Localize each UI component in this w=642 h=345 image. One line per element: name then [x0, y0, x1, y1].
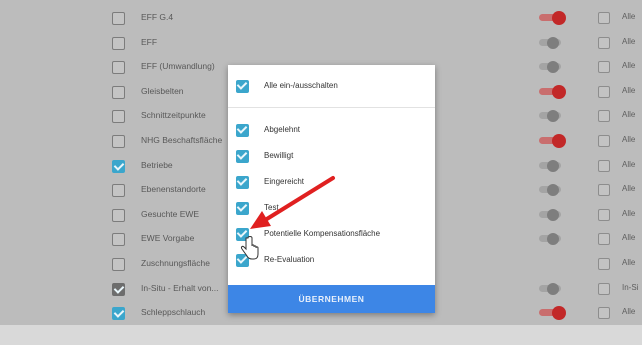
status-option-label: Bewilligt [264, 151, 294, 160]
layer-secondary-checkbox[interactable] [598, 184, 610, 197]
layer-visibility-toggle[interactable] [539, 36, 563, 49]
layer-visibility-toggle[interactable] [539, 159, 563, 172]
select-all-checkbox[interactable] [236, 80, 249, 93]
layer-label: EFF (Umwandlung) [141, 61, 215, 72]
layer-secondary-label: Alle [622, 208, 636, 218]
layer-visibility-toggle[interactable] [539, 184, 563, 197]
layer-secondary-checkbox[interactable] [598, 208, 610, 221]
layer-visibility-toggle[interactable] [539, 110, 563, 123]
layer-secondary-checkbox[interactable] [598, 85, 610, 98]
layer-visibility-toggle[interactable] [539, 84, 566, 99]
layer-label: Zuschnungsfläche [141, 258, 210, 268]
layer-secondary-label: Alle [622, 135, 636, 144]
layer-secondary-checkbox[interactable] [598, 12, 610, 24]
layer-secondary-checkbox[interactable] [598, 258, 610, 270]
layer-checkbox[interactable] [112, 36, 125, 50]
layer-secondary-label: Alle [622, 85, 636, 95]
layer-visibility-toggle[interactable] [539, 61, 563, 74]
layer-secondary-checkbox[interactable] [598, 135, 610, 147]
footer-bar [0, 325, 642, 345]
layer-checkbox[interactable] [112, 258, 125, 271]
layer-label: In-Situ - Erhalt von... [141, 282, 219, 293]
layer-checkbox[interactable] [112, 159, 125, 173]
layer-secondary-label: In-Si [622, 282, 639, 292]
status-option[interactable]: Bewilligt [236, 148, 431, 166]
layer-label: Schnittzeitpunkte [141, 110, 206, 121]
layer-checkbox[interactable] [112, 208, 125, 222]
toggle-knob [547, 36, 559, 49]
layer-visibility-toggle[interactable] [539, 11, 566, 25]
toggle-knob [552, 11, 566, 25]
layer-secondary-checkbox[interactable] [598, 61, 610, 74]
toggle-knob [547, 208, 559, 221]
toggle-knob [552, 306, 566, 321]
layer-secondary-checkbox[interactable] [598, 233, 610, 246]
select-all-label: Alle ein-/ausschalten [264, 81, 338, 90]
layer-secondary-checkbox[interactable] [598, 307, 610, 320]
toggle-knob [547, 184, 559, 197]
apply-button[interactable]: ÜBERNEHMEN [228, 285, 435, 313]
red-annotation-arrow [250, 176, 335, 229]
layer-secondary-checkbox[interactable] [598, 159, 610, 172]
modal-divider [228, 107, 435, 108]
hand-pointer-icon [240, 236, 259, 260]
layer-label: Betriebe [141, 159, 173, 170]
layer-secondary-label: Alle [622, 61, 636, 71]
toggle-knob [552, 84, 566, 99]
layer-secondary-checkbox[interactable] [598, 36, 610, 49]
layer-label: EWE Vorgabe [141, 233, 195, 244]
layer-visibility-toggle[interactable] [539, 233, 563, 246]
status-option-checkbox[interactable] [236, 150, 249, 163]
layer-checkbox[interactable] [112, 307, 125, 321]
status-option-label: Abgelehnt [264, 125, 301, 134]
layer-checkbox[interactable] [112, 282, 125, 296]
layer-secondary-label: Alle [622, 110, 636, 120]
layer-visibility-toggle[interactable] [539, 306, 566, 321]
layer-visibility-toggle[interactable] [539, 134, 566, 148]
layer-secondary-label: Alle [622, 36, 636, 46]
status-option-checkbox[interactable] [236, 124, 249, 137]
layer-secondary-checkbox[interactable] [598, 282, 610, 295]
layer-checkbox[interactable] [112, 12, 125, 25]
status-option[interactable]: Re-Evaluation [236, 252, 431, 270]
layer-secondary-label: Alle [622, 12, 636, 21]
layer-checkbox[interactable] [112, 61, 125, 75]
layer-checkbox[interactable] [112, 233, 125, 247]
layer-checkbox[interactable] [112, 110, 125, 124]
toggle-knob [547, 61, 559, 74]
select-all-row[interactable]: Alle ein-/ausschalten [236, 78, 431, 96]
layer-label: NHG Beschaftsfläche [141, 135, 223, 145]
layer-label: Schleppschlauch [141, 307, 206, 318]
toggle-knob [552, 134, 566, 148]
layer-visibility-toggle[interactable] [539, 208, 563, 221]
layer-row: EFF Alle [0, 31, 642, 56]
layer-secondary-label: Alle [622, 233, 636, 243]
layer-label: EFF G.4 [141, 12, 174, 22]
toggle-knob [547, 282, 559, 295]
layer-label: Gesuchte EWE [141, 208, 200, 219]
layer-secondary-label: Alle [622, 307, 636, 317]
layer-secondary-checkbox[interactable] [598, 110, 610, 123]
layer-label: EFF [141, 36, 158, 47]
status-option[interactable]: Abgelehnt [236, 122, 431, 140]
layer-label: Gleisbelten [141, 85, 184, 96]
layer-secondary-label: Alle [622, 258, 636, 267]
layer-secondary-label: Alle [622, 184, 636, 194]
layer-row: EFF G.4 Alle [0, 6, 642, 31]
toggle-knob [547, 233, 559, 246]
layer-checkbox[interactable] [112, 135, 125, 148]
layer-checkbox[interactable] [112, 85, 125, 99]
layer-checkbox[interactable] [112, 184, 125, 198]
toggle-knob [547, 159, 559, 172]
layer-label: Ebenenstandorte [141, 184, 206, 195]
status-option-label: Re-Evaluation [264, 255, 315, 264]
layer-secondary-label: Alle [622, 159, 636, 169]
layer-visibility-toggle[interactable] [539, 282, 563, 295]
toggle-knob [547, 110, 559, 123]
